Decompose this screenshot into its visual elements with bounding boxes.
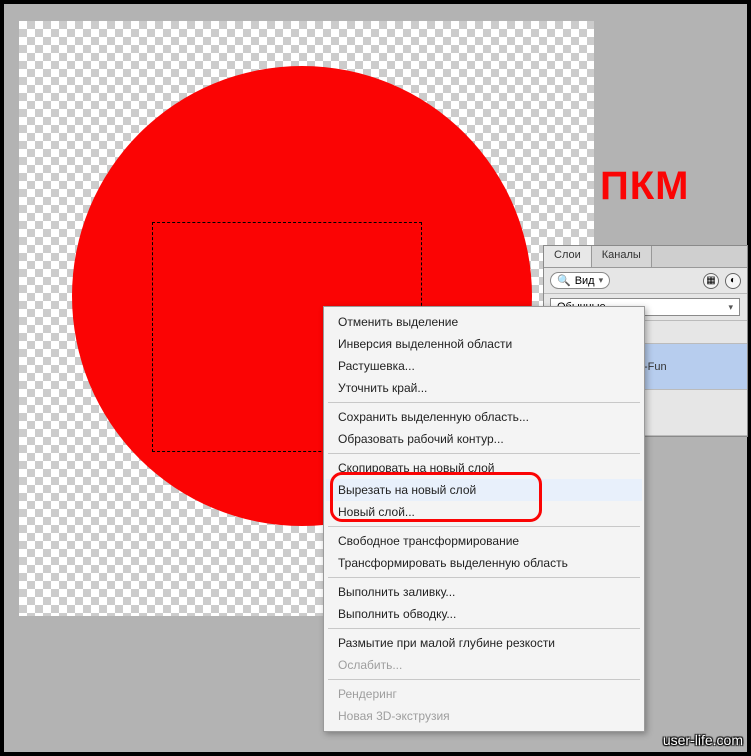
menu-fade: Ослабить... [326, 654, 642, 676]
menu-new-layer[interactable]: Новый слой... [326, 501, 642, 523]
tab-layers[interactable]: Слои [544, 246, 592, 267]
menu-inverse[interactable]: Инверсия выделенной области [326, 333, 642, 355]
menu-fill[interactable]: Выполнить заливку... [326, 581, 642, 603]
menu-cut-to-new-layer[interactable]: Вырезать на новый слой [326, 479, 642, 501]
filter-pixel-icon[interactable]: ▦ [703, 273, 719, 289]
filter-row: 🔍 Вид ▾ ▦ ◐ [544, 268, 747, 294]
menu-feather[interactable]: Растушевка... [326, 355, 642, 377]
menu-depth-blur[interactable]: Размытие при малой глубине резкости [326, 632, 642, 654]
chevron-down-icon: ▾ [728, 302, 733, 313]
menu-rendering: Рендеринг [326, 683, 642, 705]
filter-type-select[interactable]: 🔍 Вид ▾ [550, 272, 610, 289]
panel-tabs: Слои Каналы [544, 246, 747, 268]
filter-label: Вид [575, 275, 595, 287]
menu-new-3d-extrusion: Новая 3D-экструзия [326, 705, 642, 727]
menu-free-transform[interactable]: Свободное трансформирование [326, 530, 642, 552]
menu-separator [328, 453, 640, 454]
menu-make-work-path[interactable]: Образовать рабочий контур... [326, 428, 642, 450]
tab-channels[interactable]: Каналы [592, 246, 652, 267]
menu-deselect[interactable]: Отменить выделение [326, 311, 642, 333]
context-menu: Отменить выделение Инверсия выделенной о… [323, 306, 645, 732]
menu-stroke[interactable]: Выполнить обводку... [326, 603, 642, 625]
menu-copy-to-new-layer[interactable]: Скопировать на новый слой [326, 457, 642, 479]
filter-adjust-icon[interactable]: ◐ [725, 273, 741, 289]
app-frame: ПКМ Слои Каналы 🔍 Вид ▾ ▦ ◐ Обычные ▾ ✥ [4, 4, 747, 752]
menu-separator [328, 402, 640, 403]
menu-save-selection[interactable]: Сохранить выделенную область... [326, 406, 642, 428]
chevron-down-icon: ▾ [599, 275, 604, 286]
annotation-pkm: ПКМ [600, 164, 689, 209]
menu-separator [328, 628, 640, 629]
search-icon: 🔍 [557, 274, 571, 287]
menu-refine-edge[interactable]: Уточнить край... [326, 377, 642, 399]
menu-separator [328, 679, 640, 680]
menu-separator [328, 526, 640, 527]
menu-separator [328, 577, 640, 578]
menu-transform-selection[interactable]: Трансформировать выделенную область [326, 552, 642, 574]
watermark: user-life.com [663, 732, 743, 748]
